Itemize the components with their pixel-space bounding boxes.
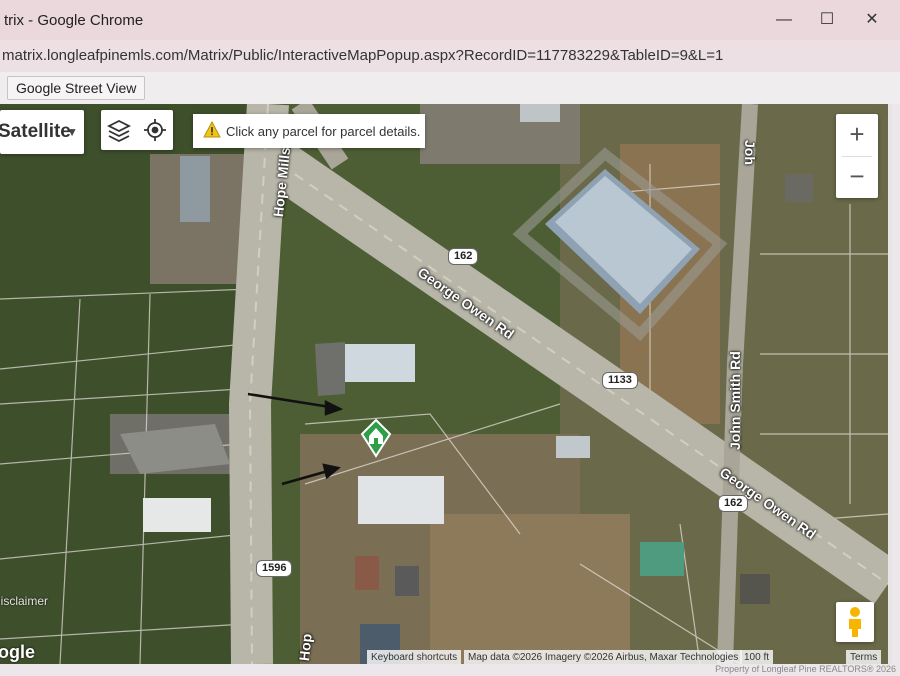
map-toolbox: [101, 110, 173, 150]
warning-icon: [203, 120, 221, 144]
map-data-attribution: Map data ©2026 Imagery ©2026 Airbus, Max…: [464, 650, 743, 664]
route-shield: 162: [718, 495, 749, 512]
road-label-john-smith: John Smith Rd: [727, 351, 743, 450]
watermark: Property of Longleaf Pine REALTORS® 2026: [715, 664, 896, 674]
road-label-john-smith-top: Joh: [742, 140, 758, 165]
route-shield: 162: [448, 248, 479, 265]
disclaimer-link[interactable]: Disclaimer: [0, 594, 48, 608]
address-bar[interactable]: matrix.longleafpinemls.com/Matrix/Public…: [0, 40, 900, 73]
zoom-control: + −: [836, 114, 878, 198]
page-toolbar: Google Street View: [0, 72, 900, 104]
parcel-notice: Click any parcel for parcel details.: [193, 114, 425, 148]
satellite-imagery: [0, 104, 888, 664]
zoom-in-button[interactable]: +: [836, 114, 878, 156]
url-text[interactable]: matrix.longleafpinemls.com/Matrix/Public…: [2, 47, 723, 64]
route-shield: 1133: [602, 372, 638, 389]
maximize-button[interactable]: ☐: [815, 8, 839, 32]
satellite-map[interactable]: Hope Mills Rd Hop George Owen Rd George …: [0, 104, 892, 664]
pegman-icon[interactable]: [836, 602, 874, 642]
zoom-out-button[interactable]: −: [836, 156, 878, 198]
route-shield: 1596: [256, 560, 293, 577]
minimize-button[interactable]: —: [772, 8, 796, 32]
street-view-button[interactable]: Google Street View: [7, 76, 146, 100]
window-title: trix - Google Chrome: [4, 12, 144, 29]
scale-bar[interactable]: 100 ft: [740, 650, 774, 664]
google-logo: ogle: [0, 642, 36, 662]
terms-link[interactable]: Terms: [846, 650, 882, 664]
chevron-down-icon: ▼: [66, 125, 78, 139]
keyboard-shortcuts-link[interactable]: Keyboard shortcuts: [367, 650, 462, 664]
map-type-dropdown[interactable]: Satellite ▼: [0, 110, 84, 154]
window-titlebar: trix - Google Chrome — ☐ ✕: [0, 0, 900, 41]
locate-icon[interactable]: [137, 110, 173, 150]
road-label-hope-mills-bottom: Hop: [296, 632, 315, 662]
layers-icon[interactable]: [101, 110, 137, 150]
notice-text: Click any parcel for parcel details.: [226, 124, 421, 139]
close-button[interactable]: ✕: [860, 8, 884, 32]
map-type-label: Satellite: [0, 121, 71, 142]
